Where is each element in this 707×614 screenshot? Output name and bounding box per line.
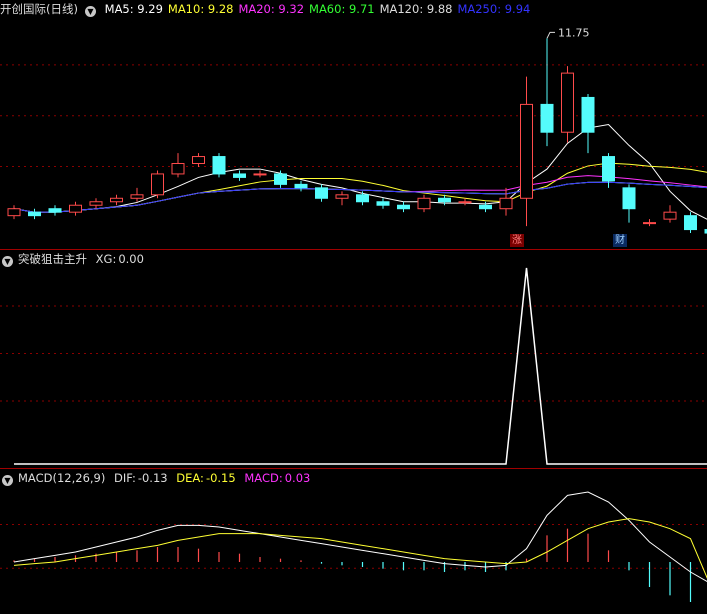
xg-signal-line bbox=[14, 267, 707, 465]
candle-body bbox=[684, 215, 697, 231]
price-chart: 11.75 bbox=[0, 26, 707, 234]
candle-body bbox=[499, 197, 513, 210]
xg-panel[interactable]: ▼ 突破狙击主升 XG: 0.00 bbox=[0, 250, 707, 468]
candle-body bbox=[89, 201, 103, 206]
candle-body bbox=[130, 194, 144, 199]
candle-body bbox=[581, 96, 595, 133]
candle-body bbox=[233, 173, 246, 178]
limit-up-badge: 涨 bbox=[510, 234, 524, 247]
candle-body bbox=[315, 187, 328, 199]
candle-body bbox=[397, 204, 410, 210]
candle-body bbox=[376, 201, 390, 206]
dea-line bbox=[13, 518, 707, 579]
macd-panel[interactable]: ▼ MACD(12,26,9) DIF: -0.13 DEA: -0.15 MACD:… bbox=[0, 469, 707, 614]
candle-body bbox=[253, 173, 267, 176]
candle-body bbox=[561, 72, 574, 133]
candle-body bbox=[28, 211, 41, 217]
price-panel[interactable]: 开创国际(日线) ▼ MA5: 9.29 MA10: 9.28 MA20: 9.32 M… bbox=[0, 0, 707, 248]
candle-body bbox=[192, 156, 205, 165]
xg-chart bbox=[0, 267, 707, 465]
candle-body bbox=[520, 103, 533, 199]
candle-body bbox=[335, 194, 349, 199]
candle-body bbox=[438, 197, 451, 203]
candle-body bbox=[458, 201, 472, 204]
candle-body bbox=[622, 187, 636, 210]
high-price-label: 11.75 bbox=[558, 26, 590, 39]
candle-body bbox=[643, 222, 656, 225]
candle-body bbox=[663, 211, 677, 220]
candle-body bbox=[7, 208, 21, 217]
candle-body bbox=[151, 173, 164, 196]
candle-body bbox=[294, 183, 308, 189]
high-marker-pointer bbox=[546, 31, 555, 39]
candle-body bbox=[417, 197, 431, 210]
finance-badge: 财 bbox=[613, 234, 627, 247]
candle-body bbox=[212, 156, 226, 175]
candle-body bbox=[69, 204, 82, 213]
dif-line bbox=[13, 491, 707, 582]
candle-body bbox=[602, 156, 615, 182]
candle-body bbox=[356, 194, 369, 203]
candle-body bbox=[274, 173, 287, 185]
macd-chart bbox=[0, 491, 707, 602]
candle-body bbox=[540, 103, 554, 133]
candle-body bbox=[479, 204, 492, 210]
candle-body bbox=[171, 163, 185, 175]
candle-body bbox=[48, 208, 62, 213]
candle-body bbox=[110, 197, 123, 203]
